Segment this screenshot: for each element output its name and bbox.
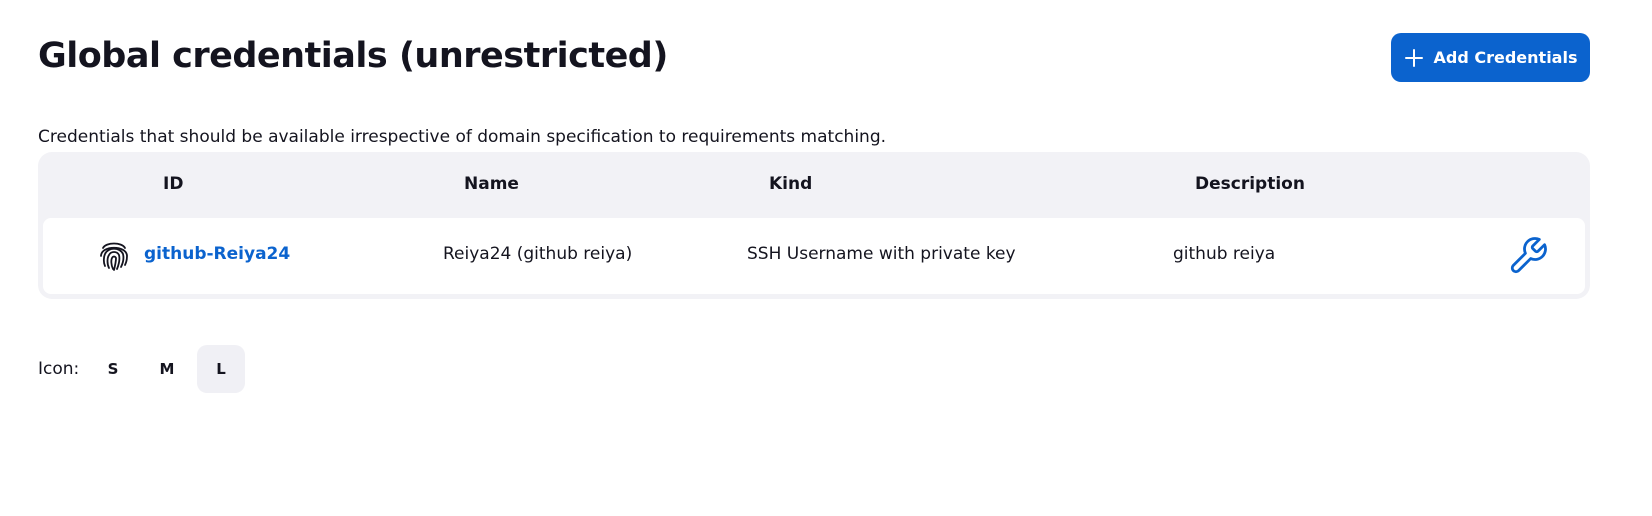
credential-kind: SSH Username with private key — [747, 244, 1016, 264]
plus-icon — [1404, 48, 1423, 67]
icon-size-medium-button[interactable]: M — [143, 345, 191, 393]
table-header: ID Name Kind Description — [43, 152, 1585, 218]
column-header-description[interactable]: Description — [1195, 174, 1305, 194]
wrench-icon[interactable] — [1507, 235, 1549, 277]
credentials-table: ID Name Kind Description github-Reiya24 … — [38, 152, 1590, 299]
credential-name: Reiya24 (github reiya) — [443, 244, 633, 264]
table-row: github-Reiya24 Reiya24 (github reiya) SS… — [43, 218, 1585, 294]
add-credentials-label: Add Credentials — [1433, 48, 1578, 67]
icon-size-label: Icon: — [38, 359, 80, 379]
icon-size-small-button[interactable]: S — [89, 345, 137, 393]
page-description: Credentials that should be available irr… — [38, 127, 887, 147]
fingerprint-icon — [100, 242, 128, 271]
column-header-name[interactable]: Name — [464, 174, 519, 194]
add-credentials-button[interactable]: Add Credentials — [1391, 33, 1590, 82]
column-header-id[interactable]: ID — [163, 174, 183, 194]
credential-description: github reiya — [1173, 244, 1276, 264]
icon-size-large-button[interactable]: L — [197, 345, 245, 393]
credential-id-link[interactable]: github-Reiya24 — [144, 244, 290, 264]
column-header-kind[interactable]: Kind — [769, 174, 812, 194]
page-title: Global credentials (unrestricted) — [38, 36, 668, 76]
